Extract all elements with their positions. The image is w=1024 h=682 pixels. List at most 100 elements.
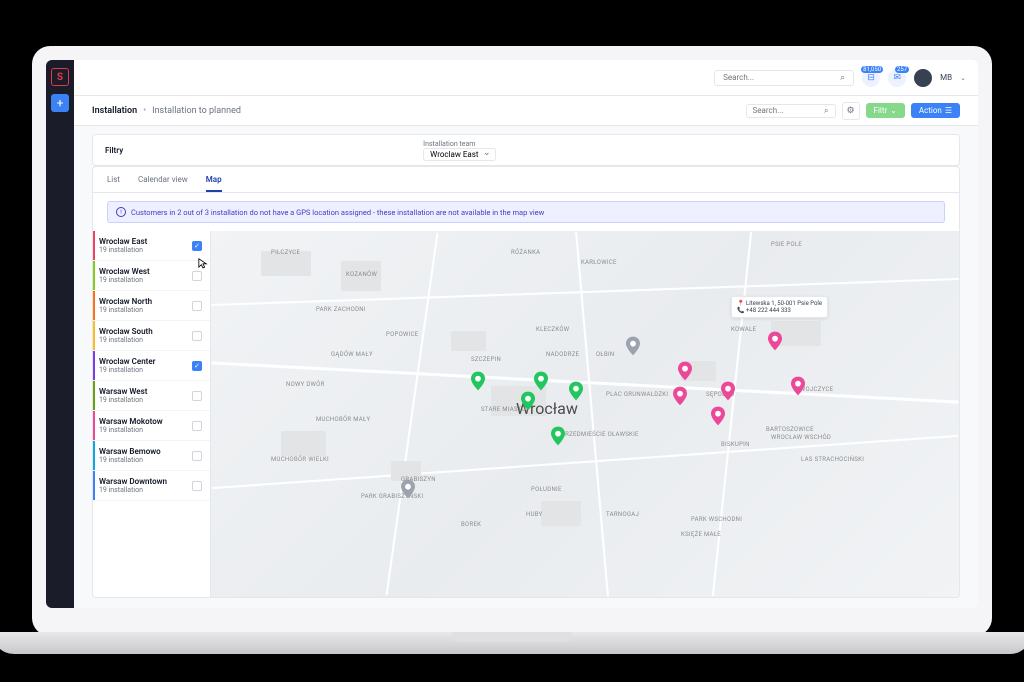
map-area-label: BISKUPIN (721, 441, 750, 448)
map-area-label: PSIE POLE (771, 241, 802, 248)
map-area-label: HUBY (526, 511, 543, 518)
map-pin[interactable] (711, 406, 725, 426)
team-name: Warsaw West (99, 387, 192, 396)
map-area-label: PLAC GRUNWALDZKI (606, 391, 668, 398)
map-pin[interactable] (569, 381, 583, 401)
team-count: 19 installation (99, 366, 192, 374)
team-checkbox[interactable] (192, 451, 202, 461)
team-row[interactable]: Warsaw Mokotow 19 installation (93, 411, 210, 441)
team-name: Wroclaw Center (99, 357, 192, 366)
map-area-label: PILCZYCE (271, 249, 300, 256)
notification-icon[interactable]: ✉ 257 (888, 69, 906, 87)
page-title: Installation (92, 106, 137, 116)
map-area-label: STARE MIASTO (481, 406, 526, 413)
team-checkbox[interactable] (192, 301, 202, 311)
team-row[interactable]: Warsaw Bemowo 19 installation (93, 441, 210, 471)
map-area-label: RÓŻANKA (511, 249, 540, 256)
map-pin[interactable] (521, 391, 535, 411)
app-logo: S (51, 68, 69, 86)
team-row[interactable]: Wroclaw Center 19 installation ✓ (93, 351, 210, 381)
map-tooltip: 📍 Litewska 1, 50-001 Psie Pole 📞 +48 222… (731, 296, 828, 318)
map-area-label: KOZANÓW (346, 271, 377, 278)
map-area-label: NADODRZE (546, 351, 579, 358)
map-canvas[interactable]: Wrocław 📍 Litewska 1, 50-001 Psie Pole 📞… (211, 231, 959, 597)
team-count: 19 installation (99, 306, 192, 314)
team-row[interactable]: Warsaw Downtown 19 installation (93, 471, 210, 501)
map-pin[interactable] (551, 426, 565, 446)
team-name: Warsaw Downtown (99, 477, 192, 486)
avatar[interactable] (914, 69, 932, 87)
map-area-label: BARTOSZOWICE (766, 426, 814, 433)
team-count: 19 installation (99, 336, 192, 344)
team-field-label: Installation team (423, 140, 495, 148)
team-checkbox[interactable] (192, 421, 202, 431)
map-pin[interactable] (471, 371, 485, 391)
team-select[interactable]: Wroclaw East (423, 148, 495, 161)
tab-calendar[interactable]: Calendar view (138, 175, 188, 192)
tab-list[interactable]: List (107, 175, 120, 192)
filter-button[interactable]: Filtr⌄ (866, 103, 905, 118)
map-pin[interactable] (791, 376, 805, 396)
team-count: 19 installation (99, 276, 192, 284)
warning-banner: ! Customers in 2 out of 3 installation d… (107, 201, 945, 223)
map-area-label: PRZEDMIEŚCIE OŁAWSKIE (561, 431, 639, 438)
map-pin[interactable] (721, 381, 735, 401)
map-area-label: Park Zachodni (316, 306, 366, 313)
tab-map[interactable]: Map (206, 175, 222, 192)
map-area-label: Las Strachociński (801, 456, 864, 463)
user-menu-chevron[interactable]: ⌄ (960, 74, 966, 82)
team-row[interactable]: Warsaw West 19 installation (93, 381, 210, 411)
map-area-label: GĄDÓW MAŁY (331, 351, 373, 358)
team-checkbox[interactable] (192, 271, 202, 281)
map-area-label: KARŁOWICE (581, 259, 617, 266)
menu-icon: ☰ (945, 106, 952, 115)
map-pin[interactable] (768, 331, 782, 351)
team-checkbox[interactable] (192, 391, 202, 401)
search-icon: ⌕ (840, 73, 845, 83)
local-search[interactable]: ⌕ (746, 104, 836, 118)
team-list[interactable]: Wroclaw East 19 installation ✓ Wroclaw W… (93, 231, 211, 597)
team-count: 19 installation (99, 456, 192, 464)
team-name: Wroclaw North (99, 297, 192, 306)
team-name: Wroclaw West (99, 267, 192, 276)
global-search-input[interactable] (723, 73, 840, 82)
tabs: List Calendar view Map (93, 167, 959, 193)
team-row[interactable]: Wroclaw East 19 installation ✓ (93, 231, 210, 261)
search-icon: ⌕ (824, 106, 828, 116)
map-pin[interactable] (534, 371, 548, 391)
map-area-label: SZCZEPIN (471, 356, 501, 363)
db-icon[interactable]: ⊟ 81,050 (862, 69, 880, 87)
map-area-label: POŁUDNIE (531, 486, 562, 493)
filtry-label: Filtry (105, 146, 123, 155)
map-area-label: MUCHOBÓR WIELKI (271, 456, 329, 463)
map-area-label: MUCHOBÓR MAŁY (316, 416, 370, 423)
team-name: Warsaw Bemowo (99, 447, 192, 456)
team-count: 19 installation (99, 396, 192, 404)
team-checkbox[interactable] (192, 331, 202, 341)
team-count: 19 installation (99, 486, 192, 494)
team-row[interactable]: Wroclaw North 19 installation (93, 291, 210, 321)
team-checkbox[interactable] (192, 481, 202, 491)
map-pin[interactable] (673, 386, 687, 406)
global-search[interactable]: ⌕ (714, 70, 854, 86)
local-search-input[interactable] (753, 106, 825, 115)
map-pin[interactable] (678, 361, 692, 381)
team-count: 19 installation (99, 246, 192, 254)
team-checkbox[interactable]: ✓ (192, 361, 202, 371)
action-button[interactable]: Action☰ (911, 103, 960, 118)
team-row[interactable]: Wroclaw West 19 installation (93, 261, 210, 291)
settings-button[interactable]: ⚙ (842, 102, 860, 120)
user-initials: MB (940, 73, 952, 82)
team-name: Warsaw Mokotow (99, 417, 192, 426)
team-checkbox[interactable]: ✓ (192, 241, 202, 251)
subheader: Installation • Installation to planned ⌕… (74, 96, 978, 126)
topbar: ⌕ ⊟ 81,050 ✉ 257 MB ⌄ (74, 60, 978, 96)
team-count: 19 installation (99, 426, 192, 434)
map-area-label: BOREK (461, 521, 481, 528)
team-row[interactable]: Wroclaw South 19 installation (93, 321, 210, 351)
add-button[interactable]: + (51, 94, 69, 112)
map-pin[interactable] (401, 479, 415, 499)
map-area-label: TARNOGAJ (606, 511, 639, 518)
map-area-label: KSIĘŻE MAŁE (681, 531, 721, 538)
map-pin[interactable] (626, 336, 640, 356)
